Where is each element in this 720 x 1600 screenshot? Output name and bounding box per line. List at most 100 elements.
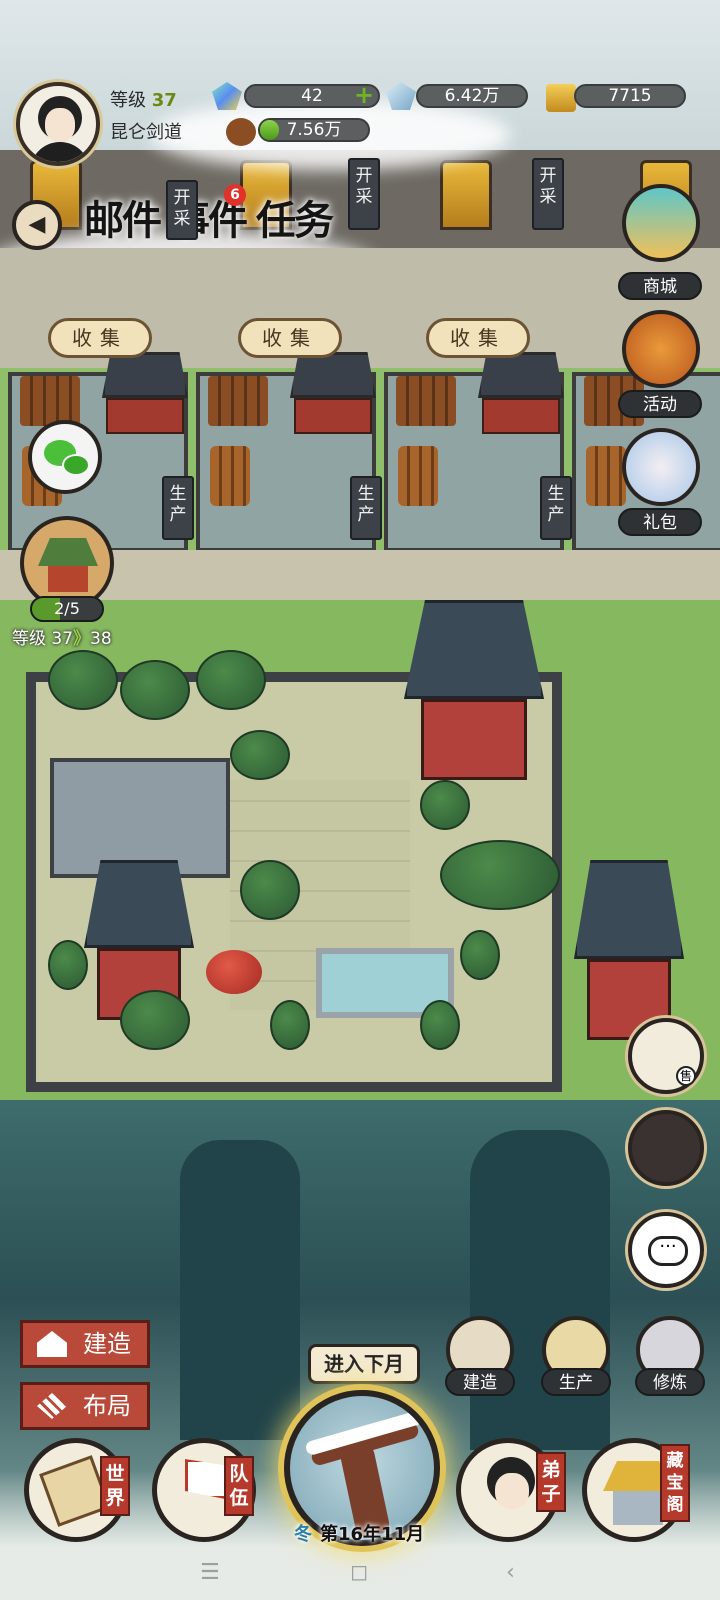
hall-roof [38,538,98,566]
mine-tag[interactable]: 开采 [166,180,198,240]
timber-stack [208,376,268,426]
mail-button[interactable]: 邮件 [84,188,162,248]
workshop-roof [102,352,188,398]
workshop-roof [290,352,376,398]
avatar-face [45,108,75,142]
hall-body [48,566,88,592]
gold-door [440,160,492,230]
treasury-body [613,1491,663,1525]
back-arrow-icon[interactable]: ◀ [12,200,62,250]
fist-icon[interactable] [628,1110,704,1186]
date-text: 第16年11月 [320,1524,425,1545]
disciple-face [495,1473,529,1509]
layout-label: 布局 [83,1392,131,1420]
lantern-icon[interactable] [622,310,700,388]
quick-cultivate-label[interactable]: 修炼 [635,1368,705,1396]
quick-build-label[interactable]: 建造 [445,1368,515,1396]
produce-tag[interactable]: 生产 [350,476,382,540]
produce-tag[interactable]: 生产 [540,476,572,540]
season: 冬 [294,1524,312,1545]
workshop-wall [294,398,372,434]
layout-button[interactable]: 布局 [20,1382,150,1430]
next-month-button[interactable]: 进入下月 [308,1344,420,1384]
pavilion-body [420,699,528,780]
player-level: 等级 37 [110,86,177,112]
shop-icon[interactable]: 售 [628,1018,704,1094]
wood-icon [226,118,256,146]
gold-icon [546,84,576,112]
pavilion-roof [404,600,544,699]
pine-tree [230,730,290,780]
pine-tree [420,1000,460,1050]
barrel-stack [210,446,250,506]
produce-tag[interactable]: 生产 [162,476,194,540]
barrel-stack [398,446,438,506]
workshop[interactable] [196,352,376,552]
back-nav-icon[interactable]: ‹ [506,1560,515,1585]
pavilion-roof [84,860,194,948]
spirit-stone-value: 42 [301,86,323,106]
gold-value: 7715 [608,86,652,106]
cliff-rock [180,1140,300,1440]
sell-sign: 售 [676,1066,696,1086]
crystal-bar[interactable]: 6.42万 [416,84,528,108]
pine-tree [460,930,500,980]
chat-icon[interactable]: ··· [628,1212,704,1288]
chat-bubble: ··· [648,1236,688,1266]
gold-bar[interactable]: 7715 [574,84,686,108]
quick-produce-label[interactable]: 生产 [541,1368,611,1396]
gift-label[interactable]: 礼包 [618,508,702,536]
gift-character-icon[interactable] [622,428,700,506]
wechat-icon[interactable] [28,420,102,494]
activity-label[interactable]: 活动 [618,390,702,418]
collect-button[interactable]: 收集 [48,318,152,358]
workshop-wall [106,398,184,434]
sect-progress-count: 2/5 [54,599,80,618]
wood-bar[interactable]: 7.56万 [258,118,370,142]
workshop[interactable] [384,352,564,552]
workshop-roof [478,352,564,398]
barrel-stack [586,446,626,506]
menu-icon[interactable]: ☰ [200,1560,220,1585]
pine-tree [196,650,266,710]
sect-level-up: 等级 37》38 [12,624,112,649]
main-pavilion[interactable] [404,600,544,780]
pine-tree [120,990,190,1050]
collect-button[interactable]: 收集 [426,318,530,358]
right-pavilion[interactable] [574,860,684,1040]
disciples-tag[interactable]: 弟子 [536,1452,566,1512]
pine-tree [270,1000,310,1050]
player-avatar[interactable] [16,82,100,166]
game-date: 冬第16年11月 [294,1520,424,1546]
collect-button[interactable]: 收集 [238,318,342,358]
workshop-wall [482,398,560,434]
timber-stack [20,376,80,426]
wechat-bubble [62,454,90,476]
pine-tree [48,650,118,710]
sect-progress: 2/5 [30,596,104,622]
team-tag[interactable]: 队伍 [224,1456,254,1516]
wood-value: 7.56万 [286,120,342,140]
wood-fill [260,120,280,140]
build-button[interactable]: 建造 [20,1320,150,1368]
build-label: 建造 [83,1330,131,1358]
pine-tree [440,840,560,910]
treasury-tag[interactable]: 藏宝阁 [660,1444,690,1522]
layout-tiles-icon [37,1393,67,1419]
level-value: 37 [151,90,177,111]
pine-tree [48,940,88,990]
home-icon[interactable]: ◻ [350,1560,368,1585]
level-from: 等级 37 [12,629,74,649]
pine-tree [420,780,470,830]
shop-label[interactable]: 商城 [618,272,702,300]
mine-tag[interactable]: 开采 [532,158,564,230]
shop-icon[interactable] [622,184,700,262]
level-arrow: 》 [73,629,91,649]
world-tag[interactable]: 世界 [100,1456,130,1516]
pine-tree [120,660,190,720]
tasks-button[interactable]: 任务 [256,188,334,248]
mine-tag[interactable]: 开采 [348,158,380,230]
add-spirit-stone-button[interactable]: + [354,83,374,107]
sect-name: 昆仑剑道 [110,122,182,143]
events-badge: 6 [224,184,246,206]
